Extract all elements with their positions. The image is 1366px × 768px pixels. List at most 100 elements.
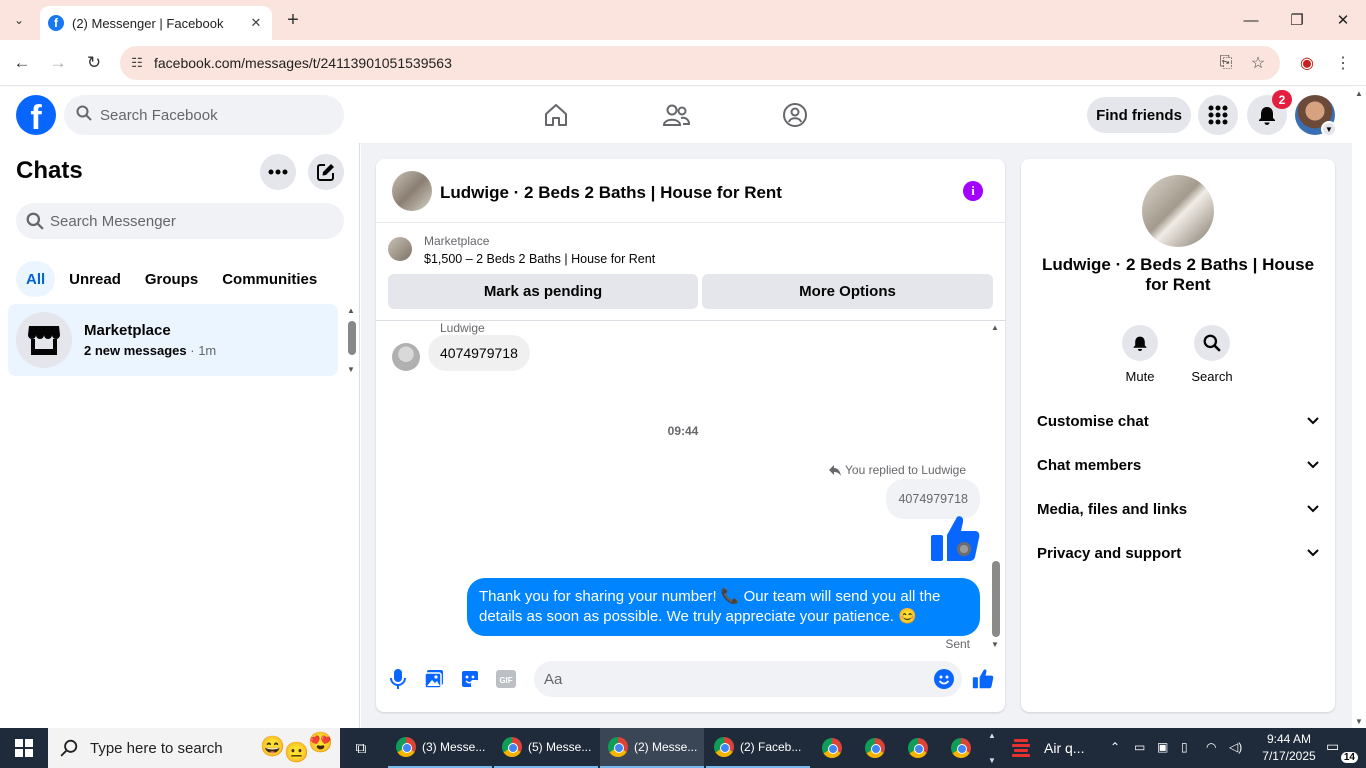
- scroll-down-icon[interactable]: ▼: [991, 640, 999, 649]
- thumbs-up-sticker-icon[interactable]: [929, 513, 981, 570]
- volume-icon[interactable]: ◁): [1229, 740, 1242, 754]
- friends-icon[interactable]: [656, 95, 696, 135]
- action-center-icon[interactable]: ▭ 14: [1326, 738, 1358, 763]
- close-window-icon[interactable]: ✕: [1320, 0, 1366, 40]
- mute-button[interactable]: Mute: [1110, 325, 1170, 384]
- scroll-up-icon[interactable]: ▲: [1355, 89, 1363, 98]
- more-options-button[interactable]: More Options: [702, 274, 993, 309]
- scroll-down-icon[interactable]: ▼: [347, 365, 355, 374]
- scroll-thumb[interactable]: [348, 321, 356, 355]
- find-friends-button[interactable]: Find friends: [1087, 97, 1191, 133]
- send-like-icon[interactable]: [969, 665, 997, 693]
- messenger-search[interactable]: [16, 203, 344, 239]
- taskbar-app-chrome[interactable]: (2) Messe...: [600, 728, 704, 768]
- clock-date: 7/17/2025: [1262, 749, 1316, 763]
- home-icon[interactable]: [536, 95, 576, 135]
- site-settings-icon[interactable]: ☷: [120, 55, 154, 71]
- scroll-thumb[interactable]: [992, 561, 1000, 637]
- address-bar[interactable]: ☷ facebook.com/messages/t/24113901051539…: [120, 46, 1280, 80]
- mark-as-pending-button[interactable]: Mark as pending: [388, 274, 698, 309]
- install-app-icon[interactable]: ⎘: [1213, 50, 1239, 76]
- show-hidden-icons-chevron-icon[interactable]: ⌃: [1110, 740, 1120, 754]
- received-message[interactable]: 4074979718: [428, 335, 530, 371]
- maximize-icon[interactable]: ❐: [1274, 0, 1320, 40]
- scroll-down-icon[interactable]: ▼: [1355, 717, 1363, 726]
- replied-label: You replied to Ludwige: [845, 463, 966, 477]
- chrome-icon[interactable]: [951, 738, 971, 758]
- menu-grid-icon[interactable]: [1198, 95, 1238, 135]
- info-icon[interactable]: i: [963, 181, 983, 201]
- facebook-search[interactable]: [64, 95, 344, 135]
- url-text: facebook.com/messages/t/2411390105153956…: [154, 55, 452, 71]
- filter-all[interactable]: All: [16, 261, 56, 297]
- facebook-logo-icon[interactable]: f: [16, 95, 56, 135]
- account-avatar[interactable]: ▼: [1295, 95, 1337, 137]
- chrome-icon[interactable]: [908, 738, 928, 758]
- scroll-up-icon[interactable]: ▲: [991, 323, 999, 332]
- privacy-support-section[interactable]: Privacy and support: [1037, 531, 1319, 575]
- chat-list-scrollbar[interactable]: ▲ ▼: [344, 304, 358, 376]
- search-highlight-emoji-icon[interactable]: 😍: [308, 730, 333, 755]
- gif-icon[interactable]: GIF: [492, 665, 520, 693]
- conversation-title[interactable]: Ludwige · 2 Beds 2 Baths | House for Ren…: [440, 183, 782, 203]
- back-icon[interactable]: ←: [9, 50, 35, 76]
- listing-title[interactable]: $1,500 – 2 Beds 2 Baths | House for Rent: [424, 252, 655, 266]
- chat-members-section[interactable]: Chat members: [1037, 443, 1319, 487]
- conversation-avatar[interactable]: [392, 171, 432, 211]
- listing-thumbnail[interactable]: [388, 237, 412, 261]
- taskbar-scroll[interactable]: ▲ ▼: [985, 728, 999, 768]
- facebook-search-input[interactable]: [100, 106, 320, 124]
- new-tab-icon[interactable]: +: [282, 9, 304, 31]
- system-clock[interactable]: 9:44 AM 7/17/2025: [1254, 731, 1324, 765]
- search-highlight-emoji-icon[interactable]: 😄: [260, 734, 285, 759]
- groups-icon[interactable]: [775, 95, 815, 135]
- message-input[interactable]: [544, 670, 914, 688]
- wifi-icon[interactable]: ◠: [1206, 740, 1216, 754]
- meet-icon[interactable]: ▭: [1134, 740, 1145, 754]
- taskbar-app-chrome[interactable]: (3) Messe...: [388, 728, 492, 768]
- sent-message[interactable]: Thank you for sharing your number! 📞 Our…: [467, 578, 980, 636]
- sender-avatar[interactable]: [392, 343, 420, 371]
- weather-widget[interactable]: Air q...: [1010, 728, 1084, 768]
- battery-icon[interactable]: ▯: [1181, 740, 1188, 754]
- message-input-box[interactable]: [534, 661, 962, 697]
- browser-menu-icon[interactable]: ⋮: [1330, 50, 1356, 76]
- filter-unread[interactable]: Unread: [59, 261, 131, 297]
- browser-tab[interactable]: f (2) Messenger | Facebook ✕: [40, 6, 272, 40]
- photo-attach-icon[interactable]: [420, 665, 448, 693]
- close-tab-icon[interactable]: ✕: [246, 13, 266, 33]
- chat-list-item[interactable]: Marketplace 2 new messages · 1m: [8, 304, 338, 376]
- scroll-up-icon[interactable]: ▲: [347, 306, 355, 315]
- chrome-icon[interactable]: [865, 738, 885, 758]
- customise-chat-section[interactable]: Customise chat: [1037, 399, 1319, 443]
- new-message-button[interactable]: [308, 154, 344, 190]
- emoji-icon[interactable]: [934, 669, 954, 694]
- filter-communities[interactable]: Communities: [212, 261, 327, 297]
- sticker-icon[interactable]: [456, 665, 484, 693]
- profile-icon[interactable]: ◉: [1294, 50, 1320, 76]
- minimize-icon[interactable]: —: [1228, 0, 1274, 40]
- chrome-icon[interactable]: [822, 738, 842, 758]
- tab-search-chevron-icon[interactable]: ⌄: [6, 8, 32, 32]
- task-view-icon[interactable]: ⧉: [344, 728, 378, 768]
- chat-info-avatar[interactable]: [1142, 175, 1214, 247]
- scroll-up-icon[interactable]: ▲: [988, 731, 996, 740]
- search-highlight-emoji-icon[interactable]: 😐: [284, 740, 309, 765]
- screen-icon[interactable]: ▣: [1157, 740, 1168, 754]
- microphone-icon[interactable]: [384, 665, 412, 693]
- message-scrollbar[interactable]: ▲ ▼: [989, 321, 1003, 651]
- scroll-down-icon[interactable]: ▼: [988, 756, 996, 765]
- chevron-down-icon: [1307, 549, 1319, 557]
- forward-icon[interactable]: →: [45, 50, 71, 76]
- reload-icon[interactable]: ↻: [81, 50, 107, 76]
- media-files-links-section[interactable]: Media, files and links: [1037, 487, 1319, 531]
- page-scrollbar[interactable]: ▲ ▼: [1352, 87, 1366, 728]
- chat-options-button[interactable]: [260, 154, 296, 190]
- windows-start-icon[interactable]: [0, 728, 48, 768]
- filter-groups[interactable]: Groups: [135, 261, 208, 297]
- bookmark-star-icon[interactable]: ☆: [1245, 50, 1271, 76]
- messenger-search-input[interactable]: [50, 212, 320, 230]
- taskbar-app-chrome[interactable]: (5) Messe...: [494, 728, 598, 768]
- taskbar-app-chrome[interactable]: (2) Faceb...: [706, 728, 810, 768]
- search-conversation-button[interactable]: Search: [1182, 325, 1242, 384]
